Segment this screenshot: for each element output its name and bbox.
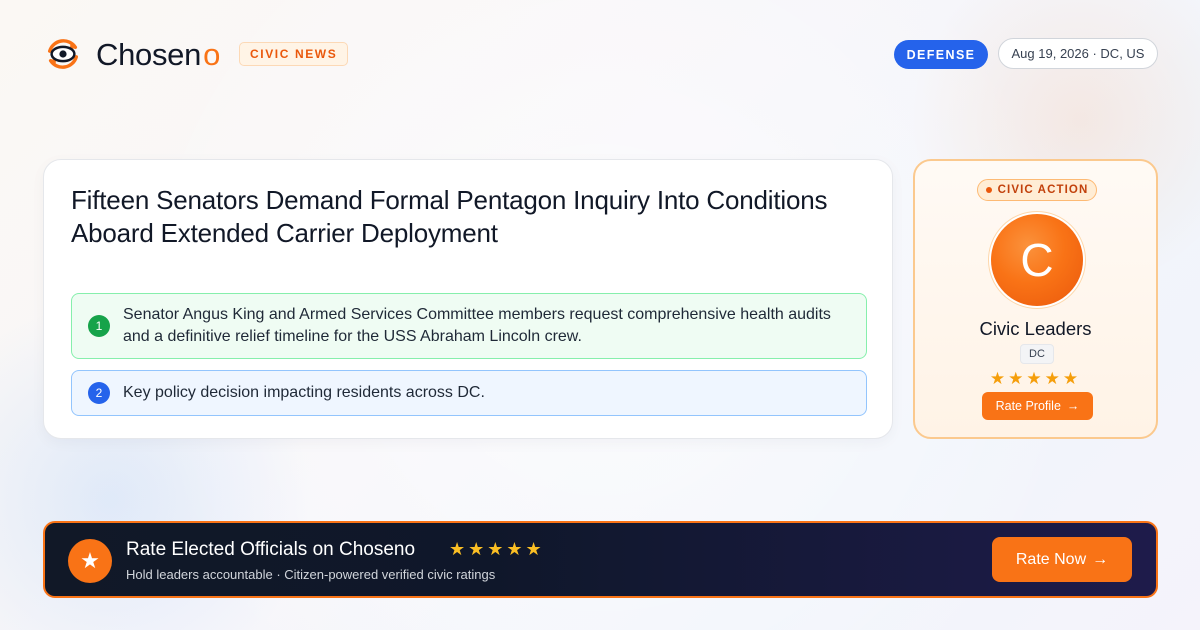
banner-star-rating: ★★★★★ [449, 539, 545, 559]
rate-now-label: Rate Now [1015, 550, 1087, 568]
key-point-2: 2 Key policy decision impacting resident… [71, 370, 867, 416]
rate-now-button[interactable]: Rate Now → [992, 537, 1132, 582]
civic-action-label: CIVIC ACTION [997, 184, 1089, 196]
banner-title: Rate Elected Officials on Choseno [126, 539, 416, 560]
point-number-badge: 1 [88, 315, 110, 337]
civic-action-badge: CIVIC ACTION [977, 179, 1097, 201]
eye-refresh-icon [47, 39, 79, 69]
brand-name-suffix: o [203, 36, 221, 72]
point-text: Senator Angus King and Armed Services Co… [123, 306, 831, 345]
brand-name: Chosen [96, 36, 202, 72]
rate-officials-banner: ★ Rate Elected Officials on Choseno ★★★★… [43, 521, 1158, 598]
brand-logo[interactable]: Choseno [44, 34, 220, 74]
arrow-right-icon: → [1092, 550, 1109, 568]
civic-news-tag: CIVIC NEWS [239, 42, 349, 66]
status-dot-icon [985, 187, 992, 193]
rate-profile-label: Rate Profile [995, 399, 1061, 413]
point-text: Key policy decision impacting residents … [123, 384, 485, 401]
arrow-right-icon: → [1066, 399, 1080, 413]
article-card: Fifteen Senators Demand Formal Pentagon … [43, 159, 893, 439]
profile-name: Civic Leaders [979, 318, 1092, 339]
point-number-badge: 2 [88, 382, 110, 404]
date-location-pill: Aug 19, 2026 · DC, US [998, 38, 1158, 69]
banner-subtitle: Hold leaders accountable · Citizen-power… [126, 567, 496, 582]
key-point-1: 1 Senator Angus King and Armed Services … [71, 293, 867, 359]
article-headline: Fifteen Senators Demand Formal Pentagon … [71, 185, 828, 248]
rate-profile-button[interactable]: Rate Profile → [982, 392, 1093, 420]
profile-star-rating: ★★★★★ [989, 369, 1082, 388]
category-badge[interactable]: DEFENSE [894, 40, 988, 69]
civic-leaders-card: CIVIC ACTION C Civic Leaders DC ★★★★★ Ra… [913, 159, 1158, 439]
state-badge: DC [1020, 344, 1054, 364]
avatar: C [991, 214, 1083, 306]
avatar-ring: C [988, 211, 1086, 309]
star-icon: ★ [68, 539, 112, 583]
